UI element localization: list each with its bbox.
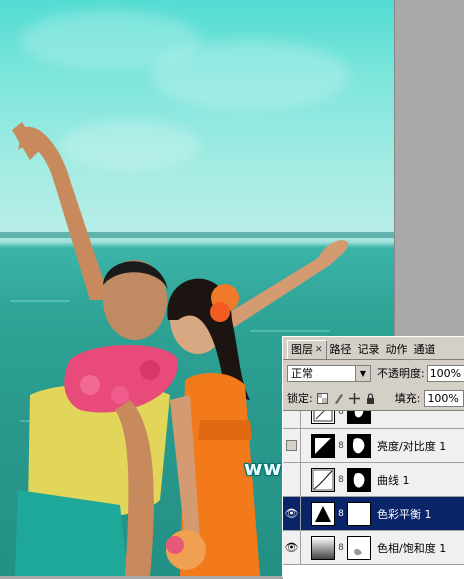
tab-paths[interactable]: 路径 bbox=[327, 341, 355, 359]
link-icon: 8 bbox=[338, 474, 344, 485]
layer-name: 亮度/对比度 1 bbox=[377, 439, 447, 453]
layer-name: 曲线 1 bbox=[377, 473, 410, 487]
fill-field[interactable]: 100% bbox=[424, 389, 464, 407]
link-icon: 8 bbox=[338, 411, 344, 417]
layer-mask-thumbnail bbox=[347, 535, 371, 560]
opacity-field[interactable]: 100% bbox=[426, 364, 464, 382]
hidden-eye-icon bbox=[286, 440, 297, 451]
visibility-toggle[interactable]: 👁 bbox=[283, 530, 301, 565]
tab-channels[interactable]: 通道 bbox=[411, 341, 439, 359]
tab-actions[interactable]: 动作 bbox=[383, 341, 411, 359]
adjustment-thumbnail bbox=[311, 411, 335, 424]
lock-label: 锁定: bbox=[287, 392, 313, 405]
blend-mode-value: 正常 bbox=[291, 367, 313, 380]
curves-thumbnail bbox=[311, 467, 335, 492]
layer-mask-thumbnail bbox=[347, 467, 371, 492]
layers-list: 8 8 亮度/对比度 1 8 曲线 1 👁 8 色彩平衡 1 👁 8 色相/饱和… bbox=[283, 411, 464, 579]
layer-row[interactable]: 8 曲线 1 bbox=[283, 462, 464, 497]
tab-history[interactable]: 记录 bbox=[355, 341, 383, 359]
close-icon[interactable]: ✕ bbox=[315, 343, 323, 357]
layer-mask-thumbnail bbox=[347, 501, 371, 526]
tab-label: 图层 bbox=[291, 343, 313, 356]
tab-label: 记录 bbox=[357, 343, 380, 356]
chevron-down-icon[interactable]: ▼ bbox=[354, 365, 370, 381]
lock-paint-icon[interactable] bbox=[333, 392, 345, 404]
brightness-contrast-thumbnail bbox=[311, 433, 335, 458]
layer-name: 色彩平衡 1 bbox=[377, 507, 432, 521]
eye-icon: 👁 bbox=[284, 507, 299, 520]
layer-row[interactable]: 👁 8 色相/饱和度 1 bbox=[283, 530, 464, 565]
layer-name: 色相/饱和度 1 bbox=[377, 541, 447, 555]
hue-saturation-thumbnail bbox=[311, 535, 335, 560]
layer-mask-thumbnail bbox=[347, 411, 371, 424]
panel-tabs: 图层 ✕ 路径 记录 动作 通道 bbox=[283, 337, 464, 360]
lock-all-icon[interactable] bbox=[365, 392, 377, 404]
layer-row[interactable]: 8 亮度/对比度 1 bbox=[283, 428, 464, 463]
link-icon: 8 bbox=[338, 508, 344, 519]
visibility-toggle[interactable] bbox=[283, 428, 301, 463]
layer-mask-thumbnail bbox=[347, 433, 371, 458]
blend-row: 正常 ▼ 不透明度: 100% bbox=[283, 360, 464, 386]
lock-row: 锁定: 填充: 100% bbox=[283, 386, 464, 411]
link-icon: 8 bbox=[338, 440, 344, 451]
fill-label: 填充: bbox=[394, 392, 421, 405]
layer-row[interactable]: 8 bbox=[283, 411, 464, 429]
visibility-toggle[interactable] bbox=[283, 462, 301, 497]
lock-transparent-icon[interactable] bbox=[317, 392, 329, 404]
eye-icon: 👁 bbox=[284, 541, 299, 554]
visibility-toggle[interactable]: 👁 bbox=[283, 496, 301, 531]
lock-move-icon[interactable] bbox=[349, 392, 361, 404]
layer-row-selected[interactable]: 👁 8 色彩平衡 1 bbox=[283, 496, 464, 531]
tab-label: 路径 bbox=[329, 343, 352, 356]
visibility-toggle[interactable] bbox=[283, 411, 301, 429]
workspace-background bbox=[394, 0, 464, 336]
tab-label: 动作 bbox=[385, 343, 408, 356]
color-balance-thumbnail bbox=[311, 501, 335, 526]
tab-layers[interactable]: 图层 ✕ bbox=[287, 340, 327, 359]
opacity-label: 不透明度: bbox=[376, 367, 425, 380]
blend-mode-select[interactable]: 正常 ▼ bbox=[287, 364, 371, 382]
woman-raised-arm bbox=[225, 240, 349, 330]
layers-panel: 图层 ✕ 路径 记录 动作 通道 正常 ▼ 不透明度: 100% 锁定: 填充:… bbox=[282, 336, 464, 579]
link-icon: 8 bbox=[338, 542, 344, 553]
tab-label: 通道 bbox=[413, 343, 436, 356]
